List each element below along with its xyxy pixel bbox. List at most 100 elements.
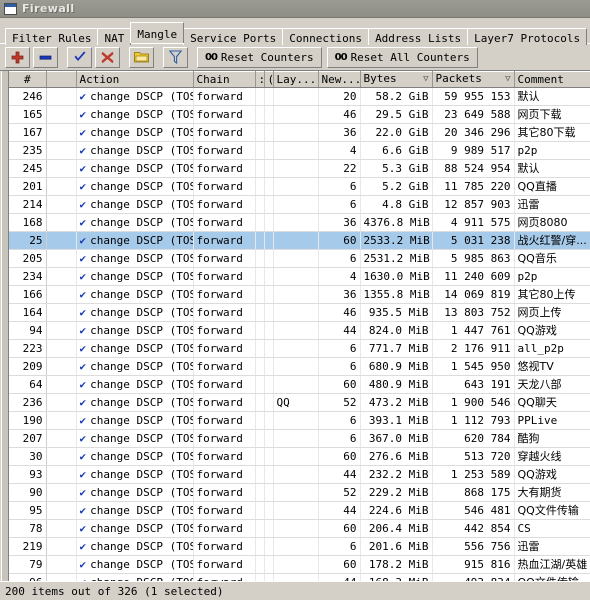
table-row[interactable]: 94 ✔ change DSCP (TOS) forward 44 824.0 MiB 1 … bbox=[9, 321, 590, 340]
table-row[interactable]: 209 ✔ change DSCP (TOS) forward 6 680.9 MiB 1 … bbox=[9, 357, 590, 376]
table-row[interactable]: 234 ✔ change DSCP (TOS) forward 4 1630.0 MiB 1… bbox=[9, 267, 590, 286]
cell-new-dscp: 20 bbox=[318, 87, 361, 106]
column-header-label: Comment bbox=[517, 73, 564, 86]
table-row[interactable]: 30 ✔ change DSCP (TOS) forward 60 276.6 MiB 51… bbox=[9, 447, 590, 466]
cell-bytes: 393.1 MiB bbox=[360, 411, 433, 430]
column-header-action[interactable]: Action bbox=[76, 71, 194, 88]
column-header-c1[interactable]: :( bbox=[255, 71, 265, 88]
cell-action-label: change DSCP (TOS) bbox=[90, 324, 193, 337]
tab-mangle[interactable]: Mangle bbox=[130, 22, 185, 43]
cell-c1 bbox=[255, 519, 265, 538]
table-row[interactable]: 64 ✔ change DSCP (TOS) forward 60 480.9 MiB 64… bbox=[9, 375, 590, 394]
cell-comment: QQ直播 bbox=[514, 177, 590, 196]
column-header-packets[interactable]: Packets ▽ bbox=[432, 71, 515, 88]
table-row[interactable]: 201 ✔ change DSCP (TOS) forward 6 5.2 GiB 11 7… bbox=[9, 177, 590, 196]
toolbar: 00 Reset Counters 00 Reset All Counters bbox=[0, 43, 590, 70]
check-icon: ✔ bbox=[79, 342, 87, 355]
cell-packets: 556 756 bbox=[432, 537, 515, 556]
cell-c1 bbox=[255, 303, 265, 322]
minus-icon bbox=[39, 55, 52, 60]
cell-chain: forward bbox=[193, 519, 256, 538]
table-row[interactable]: 165 ✔ change DSCP (TOS) forward 46 29.5 GiB 23… bbox=[9, 105, 590, 124]
cell-id: 164 bbox=[9, 303, 47, 322]
table-row[interactable]: 96 ✔change DSCP (TOS)forward 44168.3 MiB49… bbox=[9, 573, 590, 581]
cell-layer7 bbox=[273, 213, 319, 232]
table-row[interactable]: 236 ✔ change DSCP (TOS) forward QQ 52 473.2 Mi… bbox=[9, 393, 590, 412]
cell-action-label: change DSCP (TOS) bbox=[90, 558, 193, 571]
comment-button[interactable] bbox=[129, 46, 154, 68]
cell-id: 209 bbox=[9, 357, 47, 376]
table-row[interactable]: 245 ✔ change DSCP (TOS) forward 22 5.3 GiB 88 … bbox=[9, 159, 590, 178]
cell-bytes: 2531.2 MiB bbox=[360, 249, 433, 268]
cell-id: 190 bbox=[9, 411, 47, 430]
table-row[interactable]: 79 ✔ change DSCP (TOS) forward 60 178.2 MiB 91… bbox=[9, 555, 590, 574]
table-row[interactable]: 78 ✔ change DSCP (TOS) forward 60 206.4 MiB 44… bbox=[9, 519, 590, 538]
title-bar: Firewall bbox=[0, 0, 590, 18]
cell-flags bbox=[46, 195, 77, 214]
column-header-chain[interactable]: Chain bbox=[193, 71, 256, 88]
cell-c2 bbox=[264, 357, 274, 376]
column-header-label: ( bbox=[268, 73, 273, 86]
tab-nat[interactable]: NAT bbox=[97, 28, 132, 45]
column-header-newpri[interactable]: New... bbox=[318, 71, 361, 88]
cell-flags bbox=[46, 537, 77, 556]
tab-layer7-protocols[interactable]: Layer7 Protocols bbox=[467, 28, 588, 45]
reset-counters-button[interactable]: 00 Reset Counters bbox=[197, 46, 322, 68]
table-row[interactable]: 214 ✔ change DSCP (TOS) forward 6 4.8 GiB 12 8… bbox=[9, 195, 590, 214]
cell-id: 167 bbox=[9, 123, 47, 142]
table-row[interactable]: 167 ✔ change DSCP (TOS) forward 36 22.0 GiB 20… bbox=[9, 123, 590, 142]
cell-id: 201 bbox=[9, 177, 47, 196]
cell-c1 bbox=[255, 393, 265, 412]
reset-all-counters-button[interactable]: 00 Reset All Counters bbox=[326, 46, 478, 68]
filter-button[interactable] bbox=[163, 46, 188, 68]
row-gutter-scrollbar[interactable] bbox=[0, 71, 9, 581]
table-row[interactable]: 219 ✔ change DSCP (TOS) forward 6 201.6 MiB 55… bbox=[9, 537, 590, 556]
tab-service-ports[interactable]: Service Ports bbox=[183, 28, 284, 45]
cell-action-label: change DSCP (TOS) bbox=[90, 486, 193, 499]
cell-c1 bbox=[255, 465, 265, 484]
tab-connections[interactable]: Connections bbox=[282, 28, 370, 45]
cell-action: ✔change DSCP (TOS) bbox=[76, 123, 194, 142]
cell-layer7 bbox=[273, 573, 319, 581]
table-row[interactable]: 223 ✔ change DSCP (TOS) forward 6 771.7 MiB 2 … bbox=[9, 339, 590, 358]
cell-chain: forward bbox=[193, 213, 256, 232]
remove-button[interactable] bbox=[33, 46, 58, 68]
table-row[interactable]: 95 ✔ change DSCP (TOS) forward 44 224.6 MiB 54… bbox=[9, 501, 590, 520]
column-header-c2[interactable]: ( bbox=[264, 71, 274, 88]
cell-layer7 bbox=[273, 555, 319, 574]
table-row[interactable]: 235 ✔ change DSCP (TOS) forward 4 6.6 GiB 9 98… bbox=[9, 141, 590, 160]
table-row[interactable]: 246 ✔ change DSCP (TOS) forward 20 58.2 GiB 59… bbox=[9, 87, 590, 106]
column-header-flags[interactable] bbox=[46, 71, 77, 88]
cell-c2 bbox=[264, 519, 274, 538]
table-row[interactable]: 90 ✔ change DSCP (TOS) forward 52 229.2 MiB 86… bbox=[9, 483, 590, 502]
table-row[interactable]: 190 ✔ change DSCP (TOS) forward 6 393.1 MiB 1 … bbox=[9, 411, 590, 430]
column-header-id[interactable]: # bbox=[9, 71, 47, 88]
column-header-layer7[interactable]: Lay... bbox=[273, 71, 319, 88]
table-row[interactable]: 166 ✔ change DSCP (TOS) forward 36 1355.8 MiB… bbox=[9, 285, 590, 304]
enable-button[interactable] bbox=[67, 46, 92, 68]
check-icon: ✔ bbox=[79, 504, 87, 517]
cell-bytes: 229.2 MiB bbox=[360, 483, 433, 502]
cell-c2 bbox=[264, 375, 274, 394]
sort-descending-icon: ▽ bbox=[423, 74, 429, 84]
column-header-bytes[interactable]: Bytes ▽ bbox=[360, 71, 433, 88]
column-header-comment[interactable]: Comment bbox=[514, 71, 590, 88]
table-row[interactable]: 207 ✔ change DSCP (TOS) forward 6 367.0 MiB 62… bbox=[9, 429, 590, 448]
disable-button[interactable] bbox=[95, 46, 120, 68]
cell-c1 bbox=[255, 339, 265, 358]
mangle-rule-table: # ActionChain:((Lay...New...Bytes▽Packets… bbox=[0, 70, 590, 581]
table-row[interactable]: 164 ✔ change DSCP (TOS) forward 46 935.5 MiB 1… bbox=[9, 303, 590, 322]
table-row[interactable]: 25 ✔ change DSCP (TOS) forward 60 2533.2 MiB 5… bbox=[9, 231, 590, 250]
cell-c1 bbox=[255, 321, 265, 340]
add-button[interactable] bbox=[5, 46, 30, 68]
tab-address-lists[interactable]: Address Lists bbox=[368, 28, 469, 45]
cell-layer7 bbox=[273, 501, 319, 520]
tab-filter-rules[interactable]: Filter Rules bbox=[5, 28, 99, 45]
check-icon: ✔ bbox=[79, 90, 87, 103]
cell-bytes: 206.4 MiB bbox=[360, 519, 433, 538]
cell-c1 bbox=[255, 231, 265, 250]
window-title: Firewall bbox=[22, 2, 75, 15]
table-row[interactable]: 168 ✔ change DSCP (TOS) forward 36 4376.8 MiB… bbox=[9, 213, 590, 232]
table-row[interactable]: 205 ✔ change DSCP (TOS) forward 6 2531.2 MiB 5… bbox=[9, 249, 590, 268]
table-row[interactable]: 93 ✔ change DSCP (TOS) forward 44 232.2 MiB 1 … bbox=[9, 465, 590, 484]
